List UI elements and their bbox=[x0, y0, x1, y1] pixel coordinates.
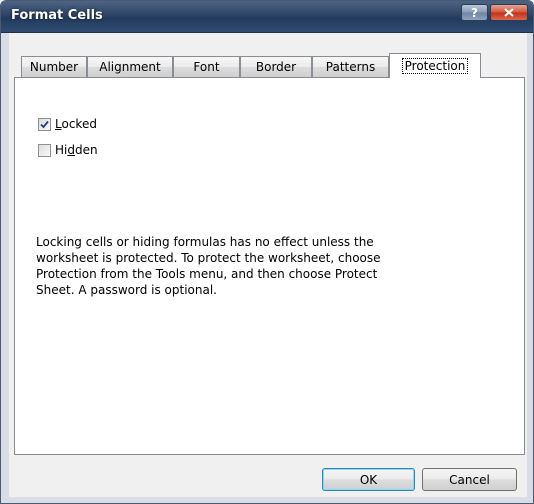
title-bar[interactable]: Format Cells ? bbox=[1, 1, 533, 33]
help-icon: ? bbox=[471, 5, 478, 20]
dialog-body: Number Alignment Font Border Patterns Pr… bbox=[9, 33, 527, 497]
tab-label: Border bbox=[255, 60, 297, 74]
tab-alignment[interactable]: Alignment bbox=[87, 56, 173, 77]
tab-label: Protection bbox=[401, 58, 469, 74]
cancel-button[interactable]: Cancel bbox=[422, 468, 517, 491]
help-button[interactable]: ? bbox=[461, 4, 488, 21]
tab-label: Patterns bbox=[325, 60, 376, 74]
close-button[interactable] bbox=[490, 4, 528, 21]
checkmark-icon bbox=[40, 120, 49, 128]
tab-label: Alignment bbox=[99, 60, 161, 74]
format-cells-dialog: Format Cells ? Number Alignment Font Bor… bbox=[0, 0, 534, 504]
hidden-checkbox[interactable] bbox=[38, 143, 51, 157]
ok-button[interactable]: OK bbox=[322, 468, 415, 491]
locked-label: Locked bbox=[55, 117, 97, 131]
tab-label: Font bbox=[193, 60, 220, 74]
tab-number[interactable]: Number bbox=[21, 56, 87, 77]
tab-patterns[interactable]: Patterns bbox=[312, 56, 389, 77]
tab-font[interactable]: Font bbox=[173, 56, 240, 77]
hidden-label: Hidden bbox=[55, 143, 98, 157]
close-icon bbox=[504, 8, 514, 17]
locked-checkbox-row[interactable]: Locked bbox=[38, 116, 97, 132]
protection-info-text: Locking cells or hiding formulas has no … bbox=[36, 235, 381, 297]
hidden-checkbox-row[interactable]: Hidden bbox=[38, 142, 98, 158]
tab-protection[interactable]: Protection bbox=[389, 53, 481, 78]
window-title: Format Cells bbox=[11, 8, 103, 23]
cancel-label: Cancel bbox=[449, 472, 490, 487]
locked-checkbox[interactable] bbox=[38, 117, 51, 131]
ok-label: OK bbox=[359, 472, 378, 487]
tab-border[interactable]: Border bbox=[240, 56, 312, 77]
tab-label: Number bbox=[29, 60, 79, 74]
protection-panel: Locked Hidden Locking cells or hiding fo… bbox=[14, 77, 525, 455]
